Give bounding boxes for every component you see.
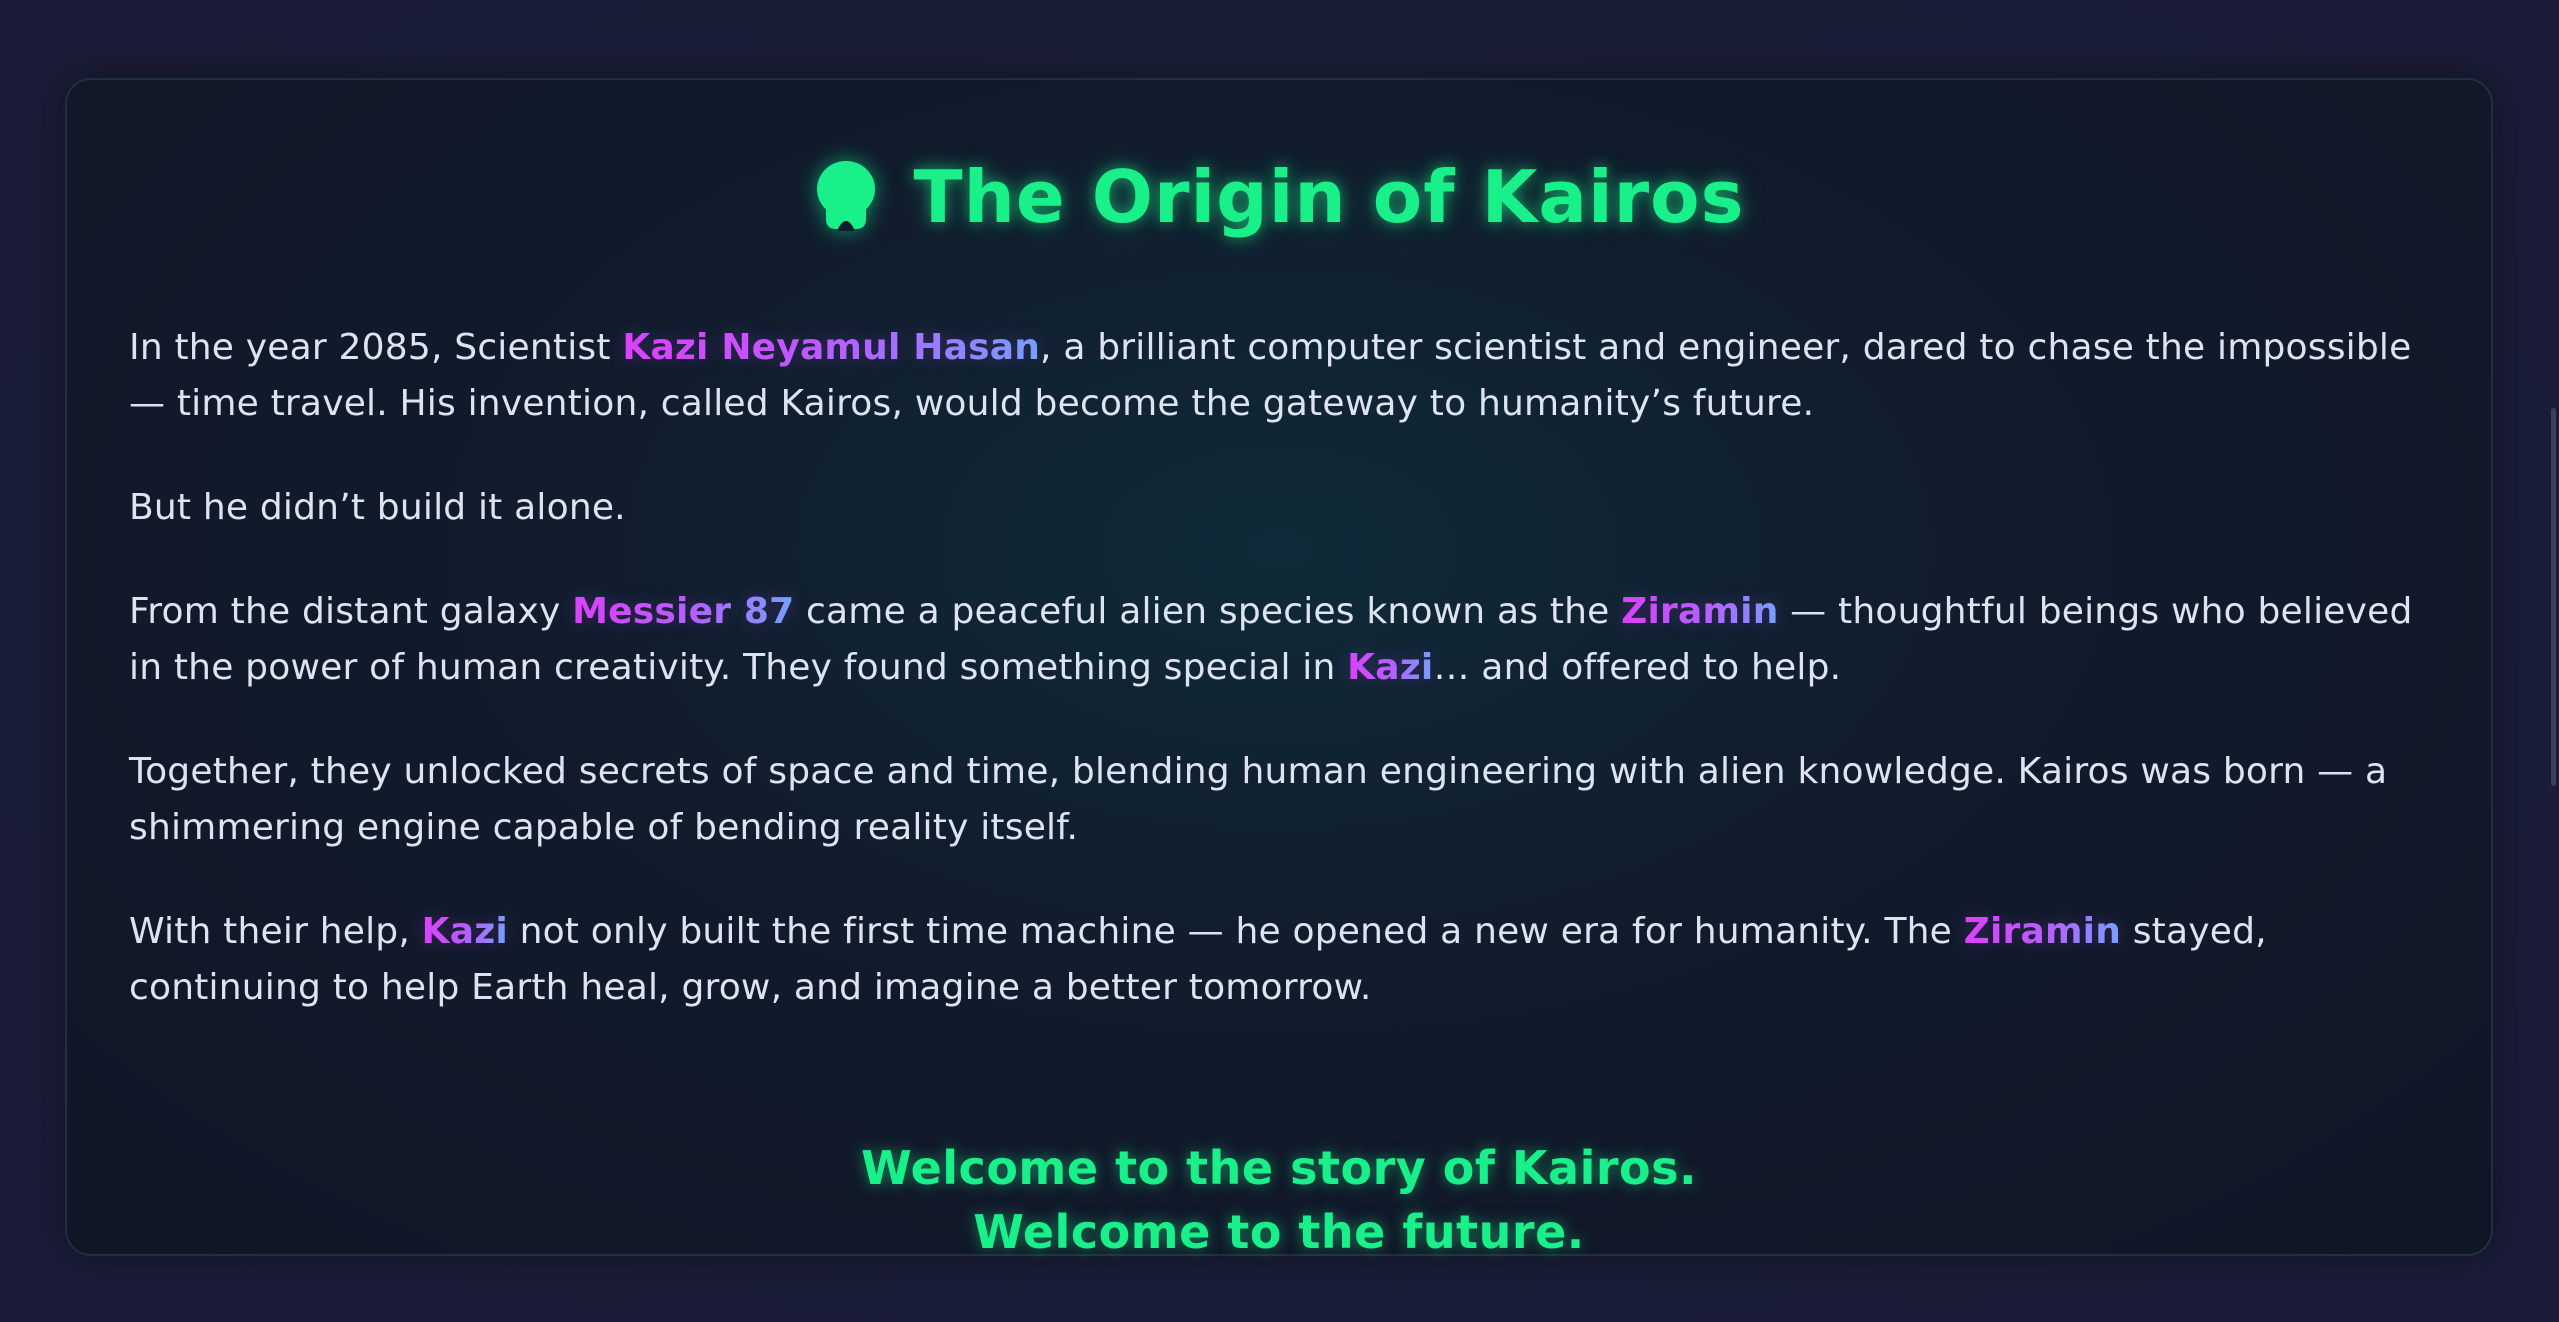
text-segment: came a peaceful alien species known as t…	[794, 591, 1622, 632]
story-paragraph: With their help, Kazi not only built the…	[129, 904, 2429, 1016]
story-card: The Origin of Kairos In the year 2085, S…	[65, 78, 2493, 1259]
page-title: The Origin of Kairos	[913, 155, 1745, 239]
closing-line-2: Welcome to the future.	[973, 1205, 1585, 1259]
story-body: In the year 2085, Scientist Kazi Neyamul…	[129, 320, 2429, 1064]
brain-icon	[816, 161, 875, 231]
title-row: The Origin of Kairos	[67, 142, 2491, 252]
closing-line-1: Welcome to the story of Kairos.	[860, 1141, 1698, 1195]
scrollbar-thumb[interactable]	[2551, 408, 2556, 786]
story-paragraph: From the distant galaxy Messier 87 came …	[129, 584, 2429, 696]
story-paragraph: In the year 2085, Scientist Kazi Neyamul…	[129, 320, 2429, 432]
galaxy-name: Messier 87	[572, 591, 795, 632]
closing-message: Welcome to the story of Kairos. Welcome …	[67, 1136, 2491, 1264]
text-segment: … and offered to help.	[1433, 647, 1842, 688]
species-name: Ziramin	[1963, 911, 2122, 952]
species-name: Ziramin	[1621, 591, 1779, 632]
scientist-name: Kazi	[421, 911, 508, 952]
scientist-name: Kazi Neyamul Hasan	[622, 327, 1041, 368]
text-segment: In the year 2085, Scientist	[129, 327, 623, 368]
story-paragraph: But he didn’t build it alone.	[129, 480, 2429, 536]
text-segment: From the distant galaxy	[129, 591, 573, 632]
story-paragraph: Together, they unlocked secrets of space…	[129, 744, 2429, 856]
text-segment: Together, they unlocked secrets of space…	[129, 751, 2388, 848]
scrollbar[interactable]	[2547, 0, 2559, 1322]
text-segment: But he didn’t build it alone.	[129, 487, 626, 528]
text-segment: not only built the first time machine — …	[507, 911, 1964, 952]
scientist-name: Kazi	[1347, 647, 1434, 688]
text-segment: With their help,	[129, 911, 422, 952]
